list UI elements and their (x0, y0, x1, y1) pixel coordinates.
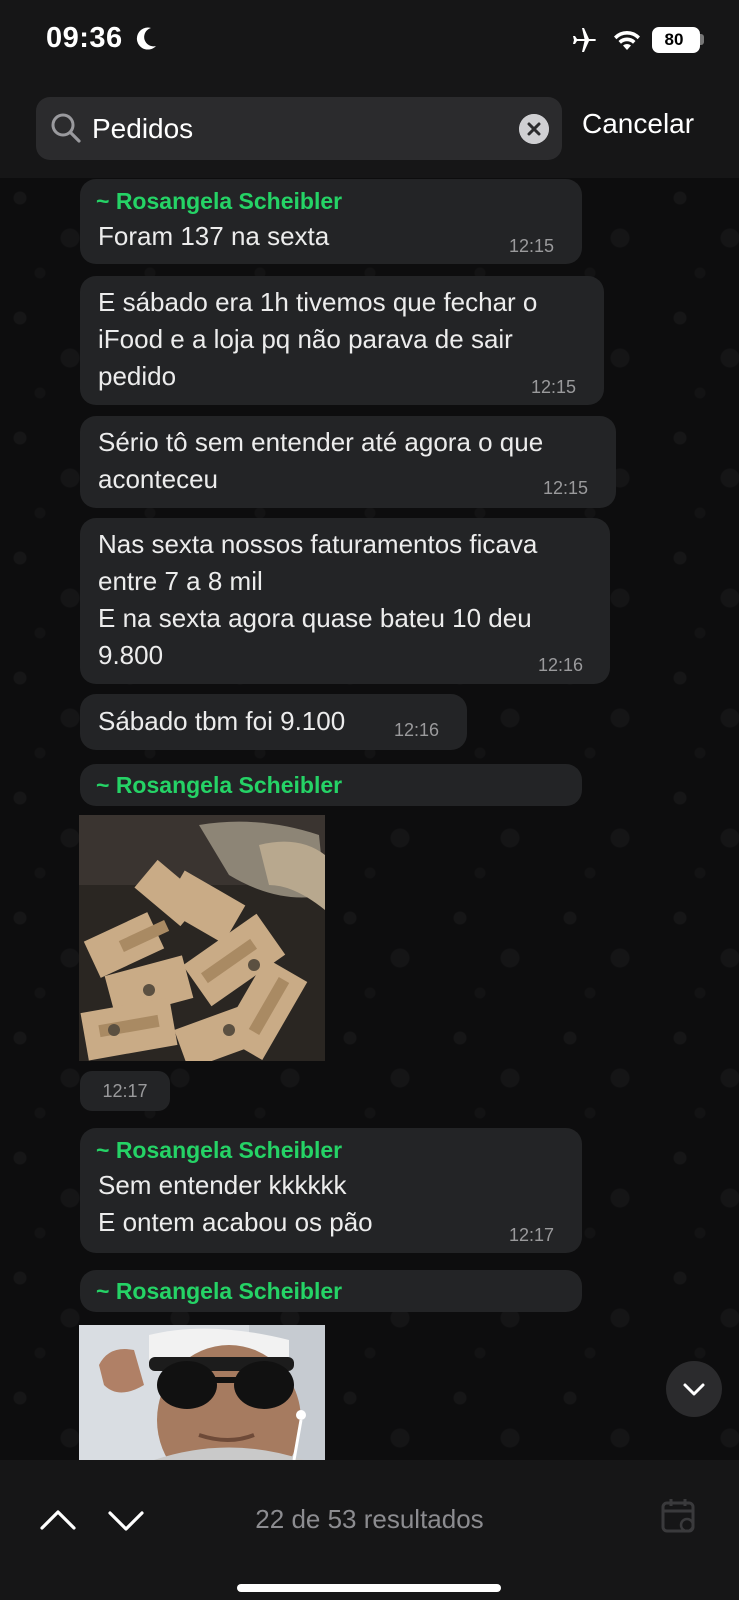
message-text: Sério tô sem entender até agora o que ac… (98, 427, 544, 494)
scroll-to-bottom-button[interactable] (666, 1361, 722, 1417)
calendar-icon[interactable] (660, 1497, 698, 1535)
money-photo-image (79, 815, 325, 1061)
airplane-icon (573, 28, 596, 52)
search-field[interactable]: Pedidos (36, 97, 562, 160)
battery-nub (700, 34, 704, 45)
top-bar: 09:36 80 Pedidos Cancelar (0, 0, 739, 178)
message-bubble[interactable]: Nas sexta nossos faturamentos ficava ent… (80, 518, 610, 684)
message-time: 12:15 (543, 478, 589, 498)
sender-name[interactable]: ~ Rosangela Scheibler (96, 772, 342, 799)
wifi-icon (614, 30, 640, 50)
search-icon (51, 113, 81, 143)
message-text: Sem entender kkkkkk E ontem acabou os pã… (98, 1170, 373, 1237)
person-photo-image (79, 1325, 325, 1460)
message-time: 12:15 (509, 236, 555, 256)
message-sender-header[interactable]: ~ Rosangela Scheibler (80, 764, 582, 806)
home-indicator (237, 1584, 501, 1592)
message-text: E sábado era 1h tivemos que fechar o iFo… (98, 287, 538, 391)
search-results-bar: 22 de 53 resultados (0, 1460, 739, 1600)
battery-level: 80 (664, 30, 684, 49)
message-time: 12:17 (509, 1225, 555, 1245)
sender-name[interactable]: ~ Rosangela Scheibler (96, 1278, 342, 1305)
message-text: Nas sexta nossos faturamentos ficava ent… (98, 529, 538, 670)
message-time: 12:15 (531, 377, 577, 397)
chevron-down-icon (683, 1383, 705, 1396)
message-sender-header[interactable]: ~ Rosangela Scheibler (80, 1270, 582, 1312)
message-bubble[interactable]: ~ Rosangela Scheibler Foram 137 na sexta… (80, 179, 582, 264)
photo-money[interactable] (79, 815, 325, 1061)
message-time: 12:16 (394, 720, 440, 740)
message-bubble[interactable]: ~ Rosangela Scheibler Sem entender kkkkk… (80, 1128, 582, 1253)
message-text: Sábado tbm foi 9.100 (98, 706, 346, 736)
clear-icon[interactable] (519, 114, 549, 144)
result-count: 22 de 53 resultados (255, 1504, 484, 1534)
message-time: 12:17 (80, 1071, 170, 1111)
message-bubble[interactable]: E sábado era 1h tivemos que fechar o iFo… (80, 276, 604, 405)
battery-icon: 80 (652, 27, 700, 53)
status-time: 09:36 (46, 22, 123, 54)
sender-name[interactable]: ~ Rosangela Scheibler (96, 188, 342, 215)
message-bubble[interactable]: Sério tô sem entender até agora o que ac… (80, 416, 616, 508)
photo-person[interactable] (79, 1325, 325, 1460)
message-time: 12:16 (538, 655, 584, 675)
search-input[interactable]: Pedidos (92, 97, 193, 160)
message-text: Foram 137 na sexta (98, 221, 330, 251)
sender-name[interactable]: ~ Rosangela Scheibler (96, 1137, 342, 1164)
moon-icon (136, 27, 156, 50)
message-bubble[interactable]: Sábado tbm foi 9.100 12:16 (80, 694, 467, 750)
cancel-button[interactable]: Cancelar (582, 108, 694, 140)
